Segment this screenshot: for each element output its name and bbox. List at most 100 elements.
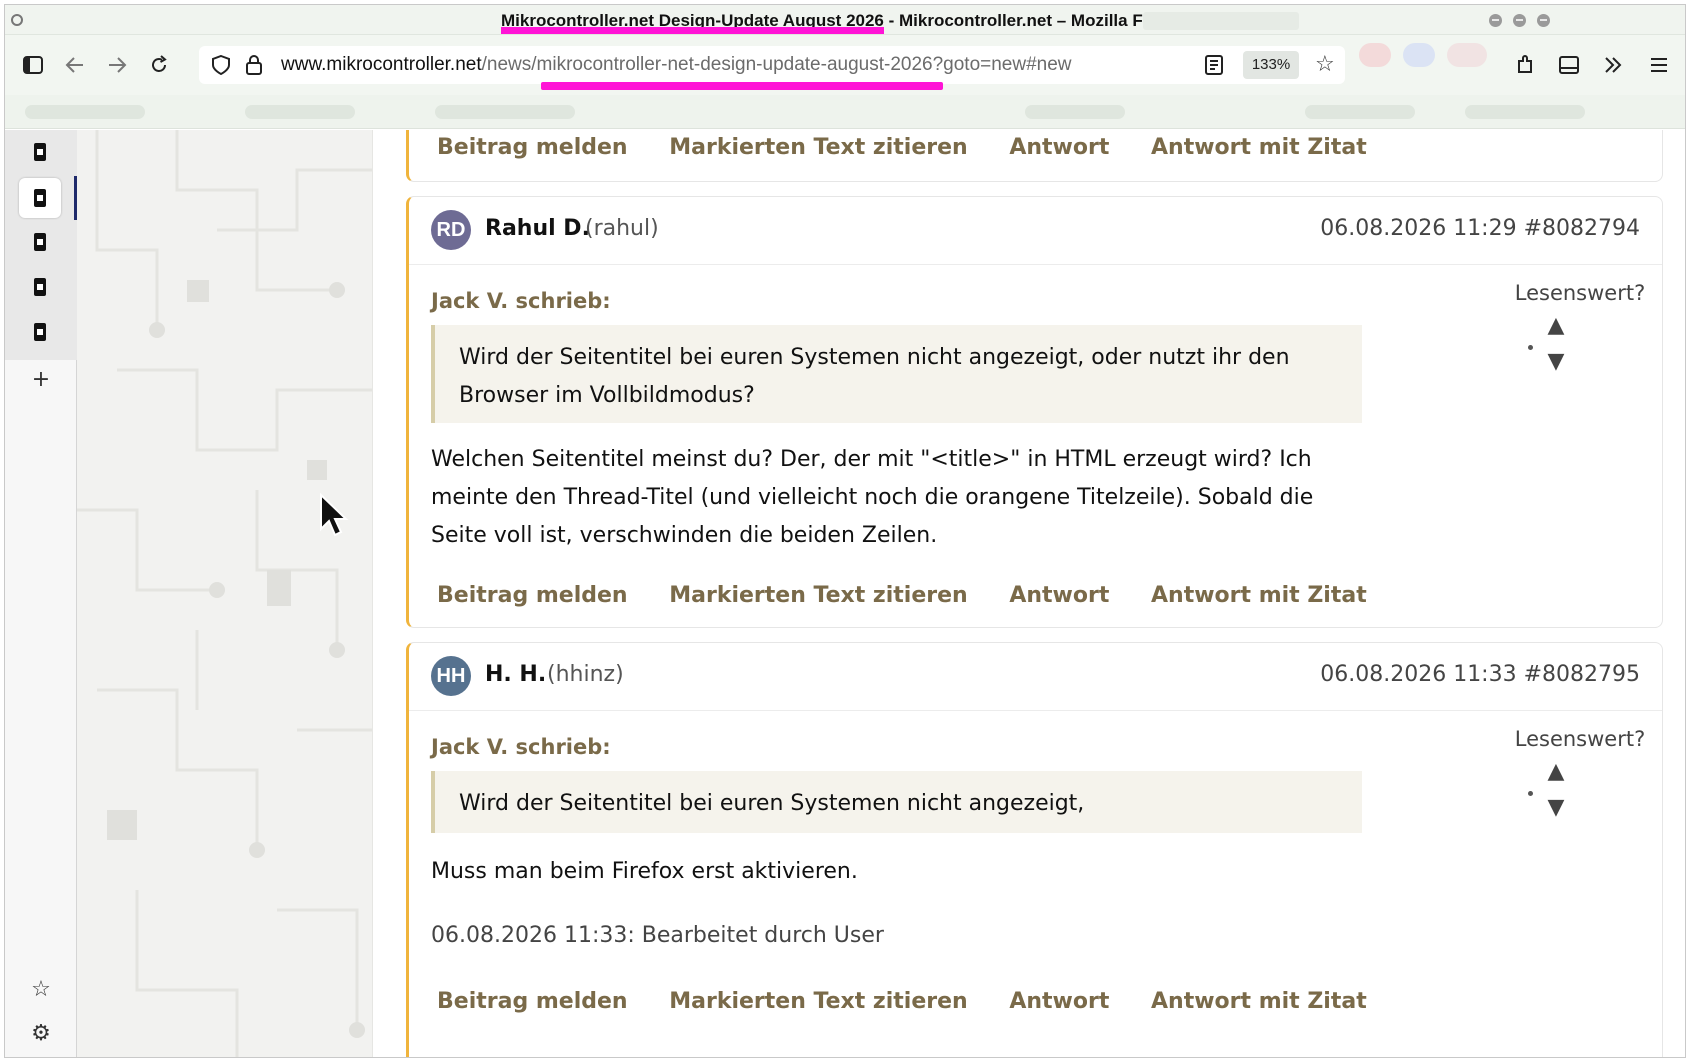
blurred-bookmark[interactable] bbox=[1465, 105, 1585, 119]
blurred-extension-icon[interactable] bbox=[1359, 43, 1391, 67]
extensions-icon[interactable] bbox=[1511, 51, 1539, 79]
vertical-tab[interactable] bbox=[19, 222, 61, 262]
vertical-tab[interactable] bbox=[19, 267, 61, 307]
quote-selected-link[interactable]: Markierten Text zitieren bbox=[669, 583, 967, 608]
url-text[interactable]: www.mikrocontroller.net/news/mikrocontro… bbox=[281, 54, 1072, 76]
back-icon[interactable] bbox=[61, 51, 89, 79]
close-icon[interactable] bbox=[1537, 14, 1550, 27]
report-post-link[interactable]: Beitrag melden bbox=[437, 989, 628, 1014]
vertical-tab[interactable] bbox=[19, 132, 61, 172]
url-host: www.mikrocontroller.net bbox=[281, 54, 482, 75]
vote-widget: Lesenswert? ▲ ▼ bbox=[1510, 727, 1650, 827]
forward-icon[interactable] bbox=[103, 51, 131, 79]
reply-with-quote-link[interactable]: Antwort mit Zitat bbox=[1151, 135, 1367, 160]
new-tab-plus-icon[interactable]: + bbox=[27, 366, 55, 394]
tab-overview-icon[interactable] bbox=[1555, 51, 1583, 79]
vote-dot bbox=[1528, 791, 1533, 796]
site-favicon-icon bbox=[34, 233, 46, 251]
maximize-icon[interactable] bbox=[1513, 14, 1526, 27]
vertical-tab-active[interactable] bbox=[19, 178, 61, 218]
blurred-bookmark[interactable] bbox=[435, 105, 575, 119]
reply-with-quote-link[interactable]: Antwort mit Zitat bbox=[1151, 989, 1367, 1014]
post-author[interactable]: H. H. bbox=[485, 662, 546, 687]
reader-view-icon[interactable] bbox=[1205, 55, 1223, 75]
report-post-link[interactable]: Beitrag melden bbox=[437, 135, 628, 160]
upvote-icon[interactable]: ▲ bbox=[1546, 313, 1566, 338]
blurred-bookmark[interactable] bbox=[1305, 105, 1415, 119]
quote-block: Wird der Seitentitel bei euren Systemen … bbox=[431, 325, 1362, 423]
quote-author: Jack V. schrieb: bbox=[431, 735, 611, 759]
web-page: Beitrag melden Markierten Text zitieren … bbox=[77, 130, 1685, 1057]
reply-with-quote-link[interactable]: Antwort mit Zitat bbox=[1151, 583, 1367, 608]
bookmark-star-icon[interactable]: ☆ bbox=[1315, 52, 1335, 77]
blurred-bookmark[interactable] bbox=[25, 105, 145, 119]
blurred-extension-icon[interactable] bbox=[1447, 43, 1487, 67]
post-meta[interactable]: 06.08.2026 11:33 #8082795 bbox=[1320, 662, 1640, 687]
edited-note: 06.08.2026 11:33: Bearbeitet durch User bbox=[431, 923, 884, 948]
menu-icon[interactable] bbox=[1645, 51, 1673, 79]
quote-selected-link[interactable]: Markierten Text zitieren bbox=[669, 135, 967, 160]
quote-author: Jack V. schrieb: bbox=[431, 289, 611, 313]
zoom-level-button[interactable]: 133% bbox=[1243, 51, 1299, 79]
vertical-tab-list bbox=[5, 130, 77, 360]
circuit-pattern-decoration bbox=[77, 130, 372, 1057]
mouse-cursor-icon bbox=[320, 493, 349, 537]
post-body: Muss man beim Firefox erst aktivieren. bbox=[431, 859, 858, 884]
post-meta[interactable]: 06.08.2026 11:29 #8082794 bbox=[1320, 216, 1640, 241]
sidebar-icon[interactable] bbox=[19, 51, 47, 79]
shield-icon[interactable] bbox=[211, 55, 231, 75]
star-icon[interactable]: ☆ bbox=[27, 976, 55, 1004]
gear-icon[interactable]: ⚙ bbox=[27, 1020, 55, 1048]
post-item: HH H. H. (hhinz) 06.08.2026 11:33 #80827… bbox=[406, 642, 1663, 1057]
quote-selected-link[interactable]: Markierten Text zitieren bbox=[669, 989, 967, 1014]
blurred-title-region bbox=[1143, 12, 1299, 30]
lock-icon[interactable] bbox=[245, 55, 263, 75]
report-post-link[interactable]: Beitrag melden bbox=[437, 583, 628, 608]
vote-label: Lesenswert? bbox=[1514, 727, 1646, 751]
upvote-icon[interactable]: ▲ bbox=[1546, 759, 1566, 784]
downvote-icon[interactable]: ▼ bbox=[1546, 795, 1566, 820]
window-title-highlighted: Mikrocontroller.net Design-Update August… bbox=[501, 11, 884, 30]
reply-link[interactable]: Antwort bbox=[1009, 135, 1109, 160]
site-favicon-icon bbox=[34, 278, 46, 296]
post-handle: (hhinz) bbox=[547, 662, 624, 687]
vote-label: Lesenswert? bbox=[1514, 281, 1646, 305]
post-actions: Beitrag melden Markierten Text zitieren … bbox=[437, 583, 1401, 608]
reply-link[interactable]: Antwort bbox=[1009, 989, 1109, 1014]
bookmarks-toolbar bbox=[5, 95, 1685, 129]
window-title: Mikrocontroller.net Design-Update August… bbox=[5, 11, 1685, 31]
site-favicon-icon bbox=[34, 143, 46, 161]
url-highlight-mark bbox=[541, 82, 943, 90]
title-bar: Mikrocontroller.net Design-Update August… bbox=[5, 5, 1685, 35]
avatar[interactable]: HH bbox=[431, 656, 471, 696]
minimize-icon[interactable] bbox=[1489, 14, 1502, 27]
browser-window: Mikrocontroller.net Design-Update August… bbox=[4, 4, 1686, 1058]
reload-icon[interactable] bbox=[145, 51, 173, 79]
downvote-icon[interactable]: ▼ bbox=[1546, 349, 1566, 374]
url-bar[interactable]: www.mikrocontroller.net/news/mikrocontro… bbox=[199, 46, 1345, 90]
blurred-bookmark[interactable] bbox=[1025, 105, 1125, 119]
more-tools-icon[interactable] bbox=[1599, 51, 1627, 79]
vertical-tab[interactable] bbox=[19, 312, 61, 352]
blurred-bookmark[interactable] bbox=[245, 105, 355, 119]
post-header: HH H. H. (hhinz) 06.08.2026 11:33 #80827… bbox=[409, 643, 1662, 711]
vote-widget: Lesenswert? ▲ ▼ bbox=[1510, 281, 1650, 381]
post-header: RD Rahul D. (rahul) 06.08.2026 11:29 #80… bbox=[409, 197, 1662, 265]
navigation-toolbar: www.mikrocontroller.net/news/mikrocontro… bbox=[5, 35, 1685, 95]
post-author[interactable]: Rahul D. bbox=[485, 216, 590, 241]
quote-block: Wird der Seitentitel bei euren Systemen … bbox=[431, 771, 1362, 833]
post-item: RD Rahul D. (rahul) 06.08.2026 11:29 #80… bbox=[406, 196, 1663, 628]
post-actions: Beitrag melden Markierten Text zitieren … bbox=[437, 989, 1401, 1014]
url-path: /news/mikrocontroller-net-design-update-… bbox=[481, 54, 1072, 75]
post-handle: (rahul) bbox=[585, 216, 659, 241]
reply-link[interactable]: Antwort bbox=[1009, 583, 1109, 608]
vertical-tab-sidebar: + ☆ ⚙ bbox=[5, 130, 77, 1057]
site-favicon-icon bbox=[34, 189, 46, 207]
site-favicon-icon bbox=[34, 323, 46, 341]
post-actions: Beitrag melden Markierten Text zitieren … bbox=[437, 135, 1401, 160]
avatar[interactable]: RD bbox=[431, 210, 471, 250]
post-body: Welchen Seitentitel meinst du? Der, der … bbox=[431, 447, 1314, 548]
vote-dot bbox=[1528, 345, 1533, 350]
blurred-extension-icon[interactable] bbox=[1403, 43, 1435, 67]
post-previous: Beitrag melden Markierten Text zitieren … bbox=[406, 130, 1663, 182]
